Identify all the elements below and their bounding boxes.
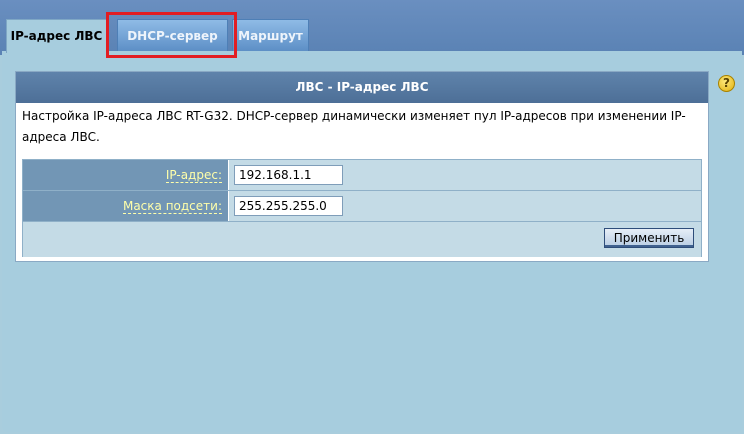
subnet-mask-cell <box>229 191 701 221</box>
panel-title: ЛВС - IP-адрес ЛВС <box>16 72 708 103</box>
tab-route[interactable]: Маршрут <box>232 19 309 51</box>
ip-address-row: IP-адрес: <box>23 160 701 190</box>
apply-button[interactable]: Применить <box>604 228 694 248</box>
ip-address-input[interactable] <box>234 165 343 185</box>
ip-address-cell <box>229 160 701 190</box>
ip-address-label[interactable]: IP-адрес: <box>23 160 228 190</box>
button-row: Применить <box>23 222 701 257</box>
subnet-mask-row: Маска подсети: <box>23 191 701 221</box>
panel-description: Настройка IP-адреса ЛВС RT-G32. DHCP-сер… <box>22 109 686 144</box>
lan-ip-panel: ЛВС - IP-адрес ЛВС Настройка IP-адреса Л… <box>15 71 709 262</box>
subnet-mask-label[interactable]: Маска подсети: <box>23 191 228 221</box>
tab-dhcp-server[interactable]: DHCP-сервер <box>117 19 228 51</box>
subnet-mask-input[interactable] <box>234 196 343 216</box>
tab-lan-ip[interactable]: IP-адрес ЛВС <box>6 19 107 53</box>
help-icon[interactable]: ? <box>718 75 735 92</box>
settings-form: IP-адрес: Маска подсети: Применить <box>22 159 702 257</box>
